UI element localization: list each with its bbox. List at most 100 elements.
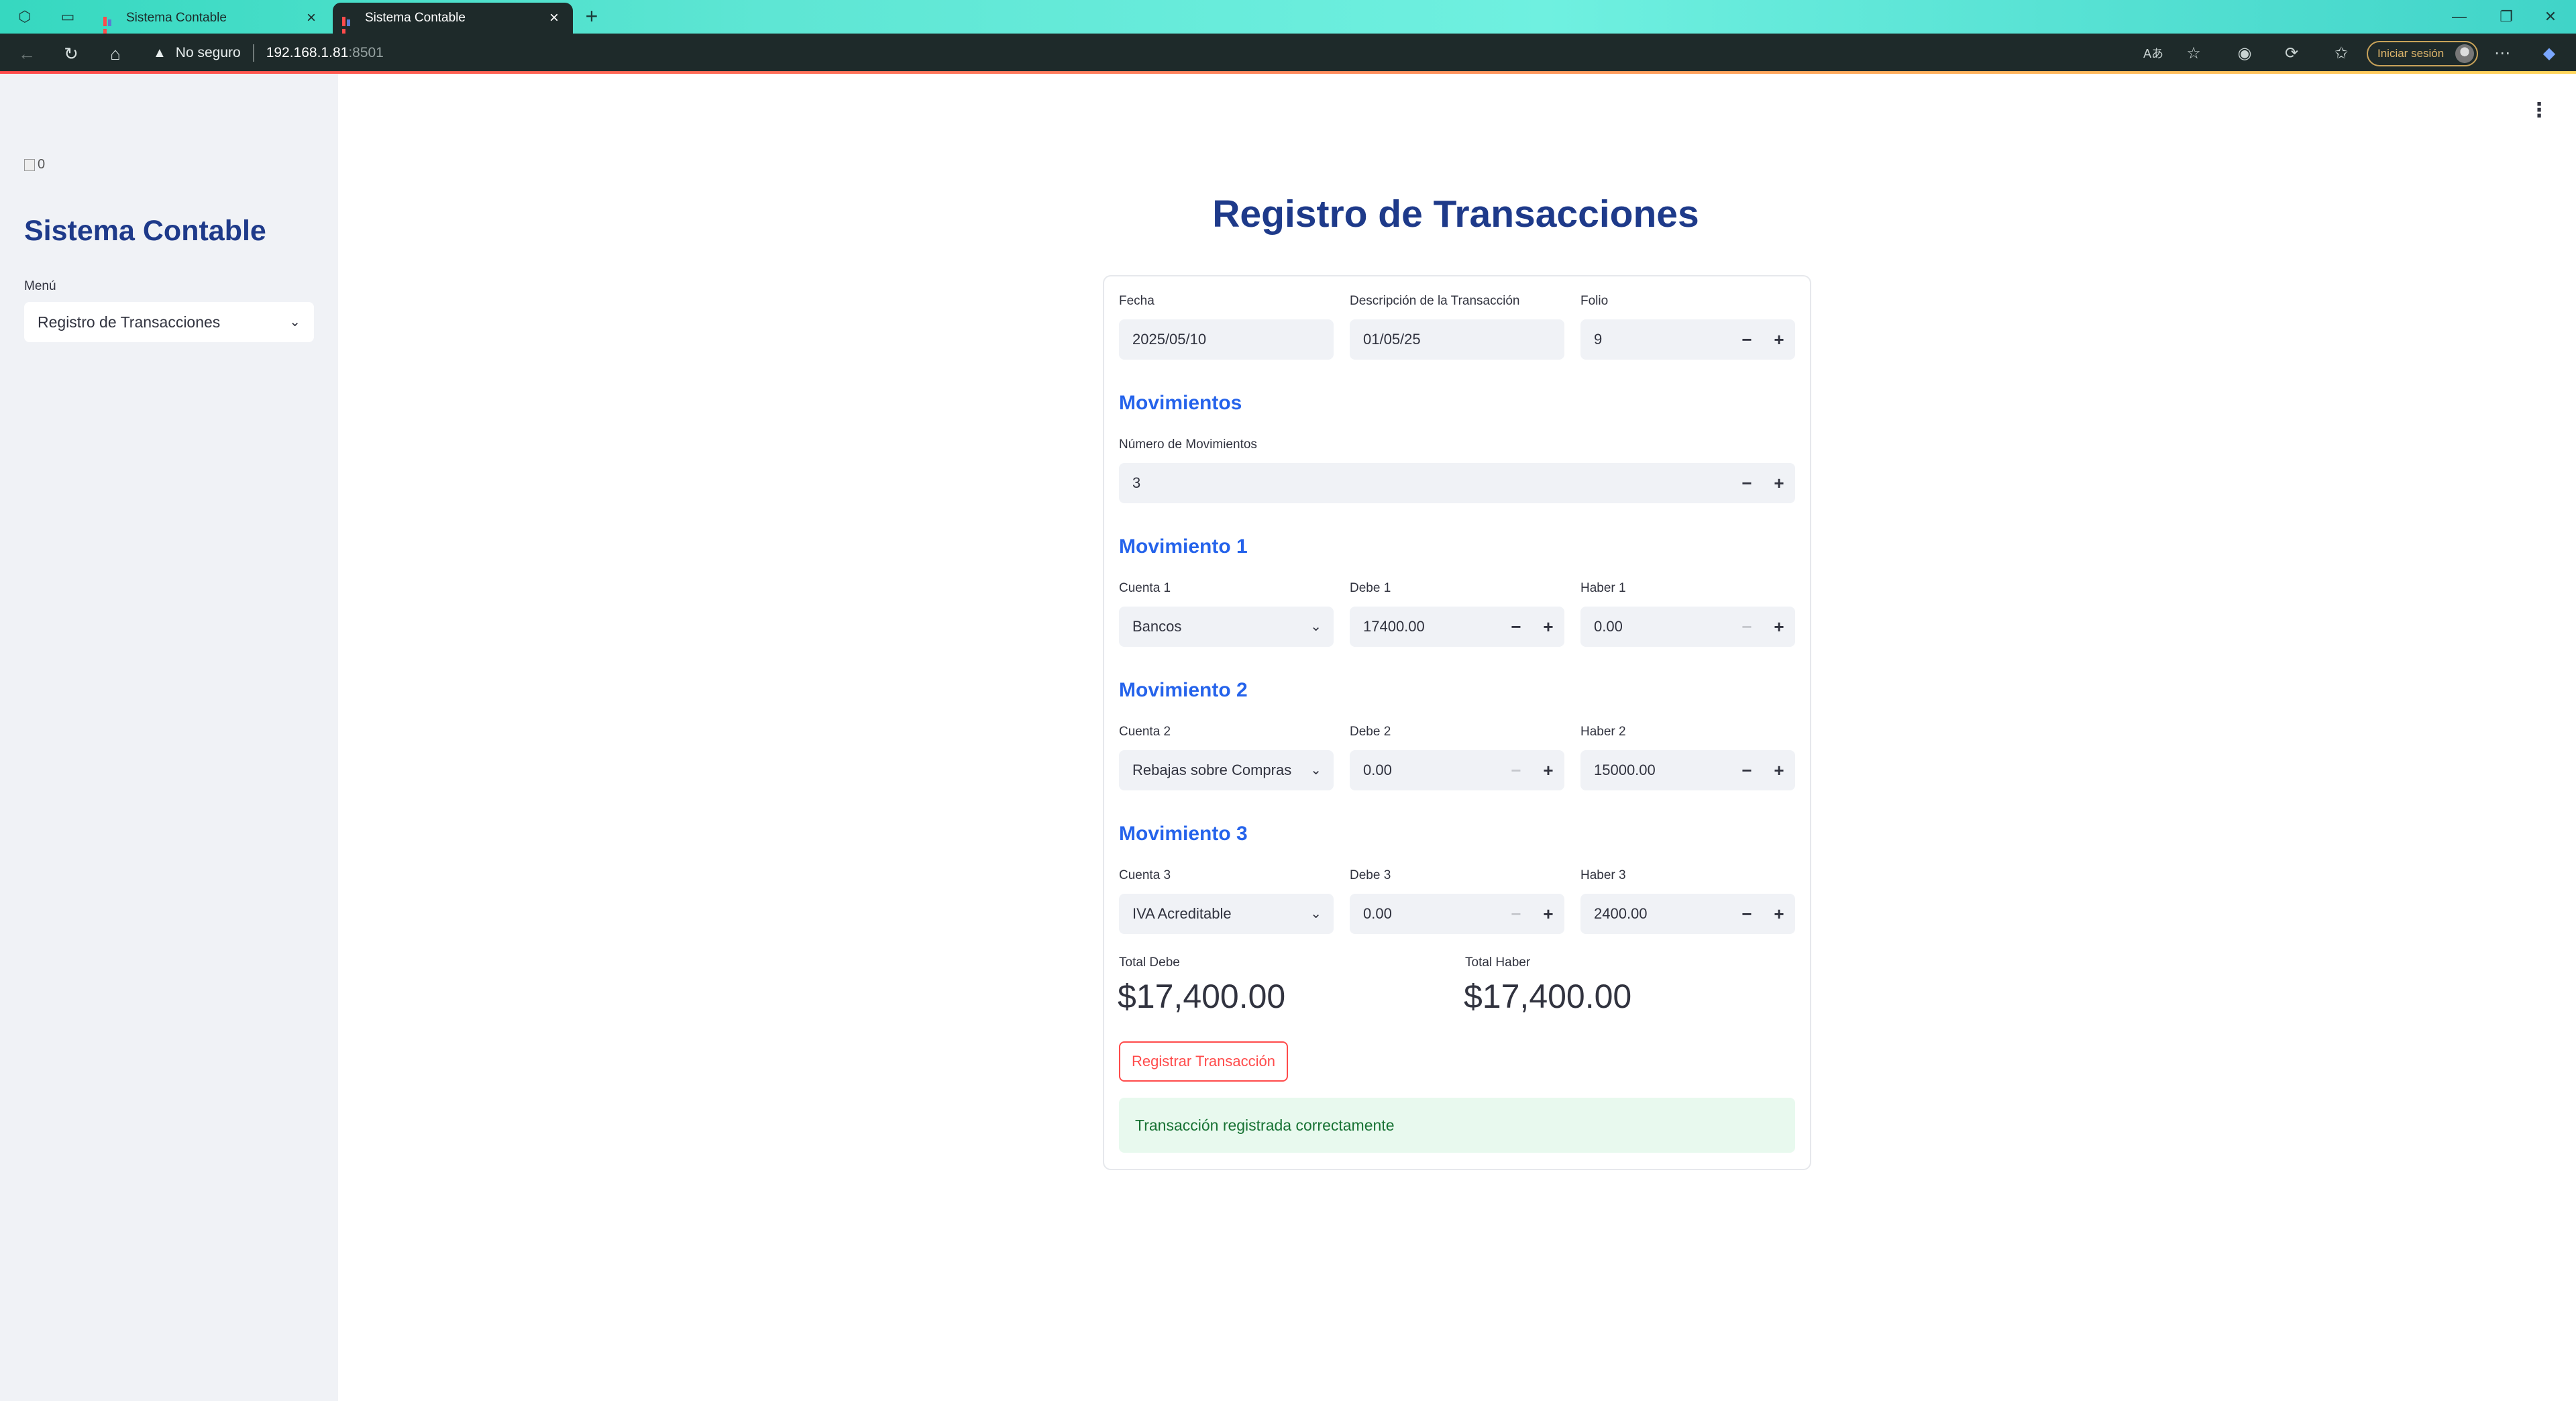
app-favicon-icon [342,11,356,41]
increment-button[interactable]: + [1532,750,1564,790]
haber-2-value: 15000.00 [1594,762,1656,778]
cuenta-1-value: Bancos [1132,618,1182,635]
num-movimientos-input[interactable]: 3 − + [1119,463,1795,503]
page-title: Registro de Transacciones [1212,193,1699,236]
chevron-down-icon: ⌄ [289,315,301,329]
haber-3-input[interactable]: 2400.00 − + [1580,894,1795,934]
movimiento-2-heading: Movimiento 2 [1119,679,1248,701]
restore-icon[interactable]: ❐ [2486,5,2526,28]
cuenta-3-value: IVA Acreditable [1132,905,1232,922]
decrement-button[interactable]: − [1731,894,1763,934]
haber-1-label: Haber 1 [1580,581,1626,595]
new-tab-plus-icon[interactable]: + [580,5,604,30]
workspaces-icon[interactable]: ⬡ [13,5,36,28]
sidebar: 0 Sistema Contable Menú Registro de Tran… [0,74,338,1401]
register-transaction-button[interactable]: Registrar Transacción [1119,1041,1288,1082]
cuenta-3-label: Cuenta 3 [1119,868,1171,882]
url-host: 192.168.1.81 [266,45,349,60]
haber-3-value: 2400.00 [1594,905,1648,922]
debe-3-value: 0.00 [1363,905,1392,922]
folio-value: 9 [1594,331,1603,348]
avatar [2455,44,2474,63]
fecha-value: 2025/05/10 [1132,331,1207,348]
debe-3-input[interactable]: 0.00 − + [1350,894,1564,934]
descripcion-value: 01/05/25 [1363,331,1421,348]
security-label: No seguro [175,45,241,60]
close-icon[interactable]: × [545,9,564,28]
decrement-button[interactable]: − [1500,607,1532,647]
close-icon[interactable]: × [302,9,321,28]
increment-button[interactable]: + [1763,894,1795,934]
copilot-icon[interactable]: ◆ [2537,42,2561,66]
decrement-button[interactable]: − [1500,894,1532,934]
increment-button[interactable]: + [1763,319,1795,360]
fecha-label: Fecha [1119,294,1155,308]
menu-select[interactable]: Registro de Transacciones ⌄ [24,302,314,342]
num-movimientos-label: Número de Movimientos [1119,437,1257,452]
num-movimientos-value: 3 [1132,474,1141,491]
decrement-button[interactable]: − [1731,463,1763,503]
debe-1-label: Debe 1 [1350,581,1391,595]
increment-button[interactable]: + [1763,750,1795,790]
read-aloud-icon[interactable]: Aあ [2141,42,2165,66]
increment-button[interactable]: + [1763,607,1795,647]
app-favicon-icon [103,11,117,41]
browser-tab-bar: ⬡ ▭ Sistema Contable × Sistema Contable … [0,0,2576,41]
tab-actions-icon[interactable]: ▭ [56,5,79,28]
haber-3-label: Haber 3 [1580,868,1626,882]
folio-label: Folio [1580,294,1609,308]
movimientos-heading: Movimientos [1119,392,1242,414]
extension-icon[interactable]: ◉ [2233,42,2257,66]
debe-2-value: 0.00 [1363,762,1392,778]
decrement-button[interactable]: − [1731,750,1763,790]
total-haber-label: Total Haber [1465,955,1531,970]
minimize-icon[interactable]: — [2439,5,2479,28]
cuenta-2-select[interactable]: Rebajas sobre Compras ⌄ [1119,750,1334,790]
haber-2-label: Haber 2 [1580,725,1626,739]
movimiento-1-heading: Movimiento 1 [1119,535,1248,558]
fecha-input[interactable]: 2025/05/10 [1119,319,1334,360]
movimiento-3-heading: Movimiento 3 [1119,823,1248,845]
back-arrow-icon[interactable]: ← [15,42,39,66]
home-icon[interactable]: ⌂ [103,42,127,66]
chevron-down-icon: ⌄ [1310,906,1322,921]
address-bar: ← ↻ ⌂ ▲ No seguro 192.168.1.81:8501 Aあ ☆… [0,34,2576,72]
browser-tab-2[interactable]: Sistema Contable × [333,3,573,41]
favorites-icon[interactable]: ✩ [2329,42,2353,66]
cuenta-2-value: Rebajas sobre Compras [1132,762,1292,778]
debe-1-input[interactable]: 17400.00 − + [1350,607,1564,647]
debe-2-label: Debe 2 [1350,725,1391,739]
haber-1-value: 0.00 [1594,618,1623,635]
haber-1-input[interactable]: 0.00 − + [1580,607,1795,647]
url-field[interactable]: ▲ No seguro 192.168.1.81:8501 [153,40,384,66]
reload-icon[interactable]: ↻ [59,42,83,66]
decrement-button[interactable]: − [1500,750,1532,790]
increment-button[interactable]: + [1763,463,1795,503]
cuenta-1-label: Cuenta 1 [1119,581,1171,595]
sync-icon[interactable]: ⟳ [2279,42,2304,66]
app-menu-kebab-icon[interactable]: ⋮ [2529,101,2549,121]
debe-2-input[interactable]: 0.00 − + [1350,750,1564,790]
descripcion-input[interactable]: 01/05/25 [1350,319,1564,360]
cuenta-3-select[interactable]: IVA Acreditable ⌄ [1119,894,1334,934]
haber-2-input[interactable]: 15000.00 − + [1580,750,1795,790]
logo-alt-text: 0 [38,157,46,172]
more-menu-icon[interactable]: ⋯ [2490,42,2514,66]
tab-title: Sistema Contable [126,11,227,25]
debe-1-value: 17400.00 [1363,618,1425,635]
url-port: :8501 [348,45,384,60]
success-alert: Transacción registrada correctamente [1119,1098,1795,1153]
increment-button[interactable]: + [1532,894,1564,934]
window-close-icon[interactable]: ✕ [2530,5,2571,28]
cuenta-1-select[interactable]: Bancos ⌄ [1119,607,1334,647]
decrement-button[interactable]: − [1731,607,1763,647]
decrement-button[interactable]: − [1731,319,1763,360]
increment-button[interactable]: + [1532,607,1564,647]
folio-number-input[interactable]: 9 − + [1580,319,1795,360]
browser-tab-1[interactable]: Sistema Contable × [94,3,330,41]
tab-title: Sistema Contable [365,11,466,25]
favorite-star-icon[interactable]: ☆ [2182,42,2206,66]
signin-label: Iniciar sesión [2377,47,2445,60]
total-haber-value: $17,400.00 [1464,978,1632,1015]
signin-button[interactable]: Iniciar sesión [2367,41,2478,66]
